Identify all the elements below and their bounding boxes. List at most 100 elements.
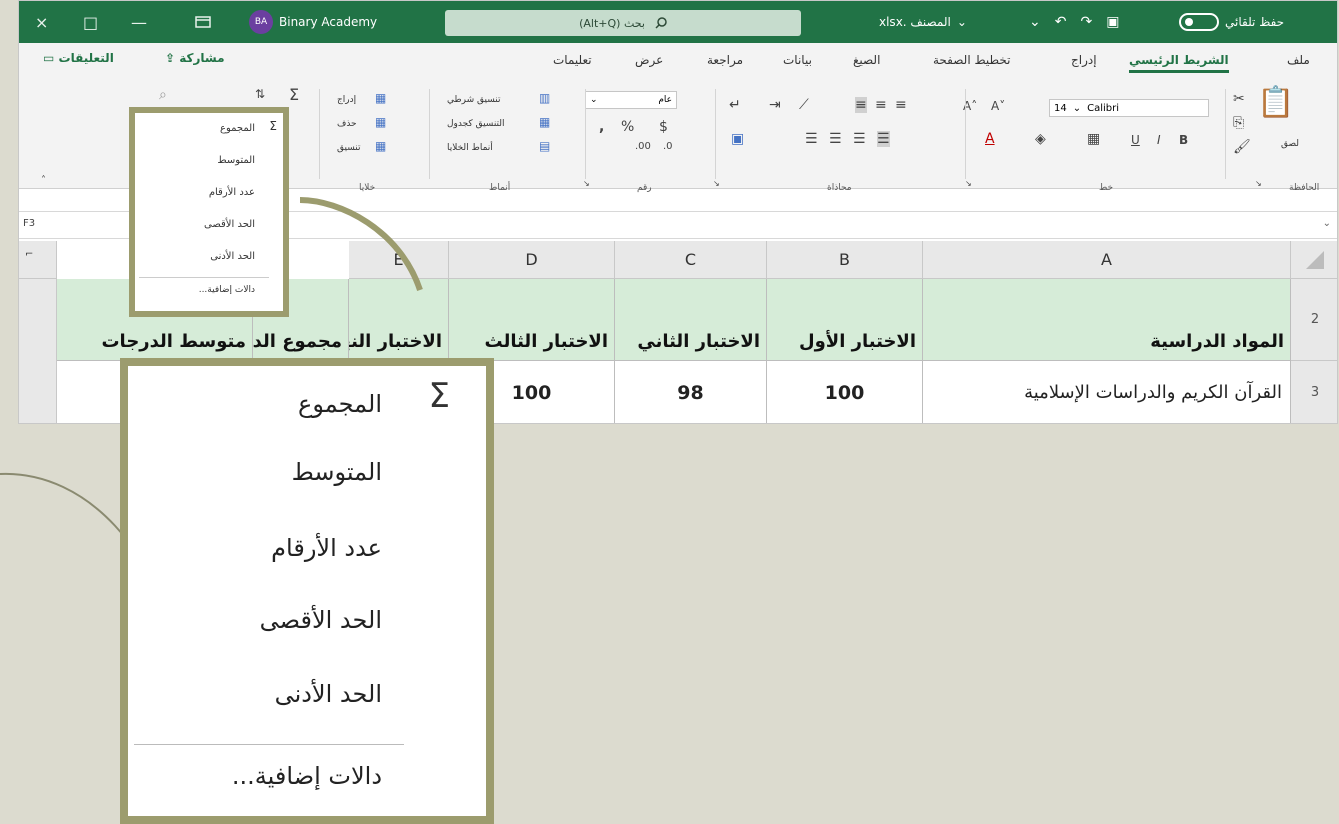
format-cells-label[interactable]: تنسيق: [337, 143, 360, 153]
align-top-icon[interactable]: ≡: [875, 97, 887, 113]
tab-formulas[interactable]: الصيغ: [853, 53, 880, 67]
cut-icon[interactable]: ✂: [1233, 91, 1245, 107]
tab-view[interactable]: عرض: [635, 53, 663, 67]
align-center-icon[interactable]: ☰: [829, 131, 842, 147]
menu-item-average[interactable]: المتوسط: [217, 155, 255, 166]
cell-styles-label[interactable]: أنماط الخلايا: [447, 143, 493, 153]
underline-icon[interactable]: U: [1131, 133, 1140, 147]
select-all-corner[interactable]: [1291, 241, 1337, 279]
cell-b2[interactable]: الاختبار الأول: [767, 279, 923, 361]
align-right-icon[interactable]: ☰: [853, 131, 866, 147]
column-header-d[interactable]: D: [449, 241, 615, 279]
align-justify-icon[interactable]: ☰: [877, 131, 890, 147]
search-box[interactable]: بحث (Alt+Q): [445, 10, 801, 36]
column-header-c[interactable]: C: [615, 241, 767, 279]
font-color-icon[interactable]: A: [985, 131, 995, 147]
menu-item-count-numbers[interactable]: عدد الأرقام: [209, 187, 255, 198]
menu-item-more-functions[interactable]: دالات إضافية...: [199, 285, 255, 295]
tab-page-layout[interactable]: تخطيط الصفحة: [933, 53, 1010, 67]
account-area[interactable]: BA Binary Academy: [249, 1, 377, 43]
tab-data[interactable]: بيانات: [783, 53, 812, 67]
menu-item-min[interactable]: الحد الأدنى: [275, 680, 382, 708]
decrease-decimal-icon[interactable]: .00: [635, 141, 651, 152]
sort-filter-icon[interactable]: ⇅: [255, 87, 265, 101]
close-button[interactable]: ×: [35, 1, 48, 43]
row-header-3[interactable]: 3: [1291, 361, 1337, 423]
format-painter-icon[interactable]: 🖌: [1233, 139, 1251, 155]
insert-cells-label[interactable]: إدراج: [337, 95, 356, 105]
conditional-formatting-label[interactable]: تنسيق شرطي: [447, 95, 501, 105]
italic-icon[interactable]: I: [1157, 133, 1161, 147]
orientation-icon[interactable]: ⟋: [799, 97, 809, 113]
sigma-icon: Σ: [269, 119, 277, 133]
menu-item-count-numbers[interactable]: عدد الأرقام: [271, 534, 382, 562]
undo-icon[interactable]: ↶: [1055, 14, 1067, 30]
menu-item-max[interactable]: الحد الأقصى: [204, 219, 255, 230]
comma-style-icon[interactable]: ,: [599, 119, 604, 135]
menu-item-more-functions[interactable]: دالات إضافية...: [232, 762, 382, 790]
indent-icon[interactable]: ⇥: [769, 97, 781, 113]
restore-button[interactable]: □: [83, 1, 98, 43]
merge-center-icon[interactable]: ▣: [731, 131, 744, 147]
comments-button[interactable]: التعليقات ▭: [43, 51, 114, 65]
search-icon: [655, 17, 667, 29]
align-bottom-icon[interactable]: ≡: [855, 97, 867, 113]
cell-b3[interactable]: 100: [767, 361, 923, 423]
redo-icon[interactable]: ↷: [1080, 14, 1092, 30]
copy-icon[interactable]: ⎘: [1233, 115, 1244, 131]
customize-qat-icon[interactable]: ⌄: [1029, 14, 1041, 30]
row-header-2[interactable]: 2: [1291, 279, 1337, 361]
menu-item-sum[interactable]: المجموع: [220, 123, 255, 134]
minimize-button[interactable]: —: [131, 1, 147, 43]
menu-item-sum[interactable]: المجموع: [298, 390, 382, 418]
collapse-ribbon-icon[interactable]: ˄: [41, 175, 46, 186]
currency-icon[interactable]: $: [659, 119, 668, 135]
cell-c3[interactable]: 98: [615, 361, 767, 423]
chevron-down-icon: ⌄: [1072, 102, 1082, 114]
font-shrink-icon[interactable]: A˅: [991, 99, 1005, 113]
align-left-icon[interactable]: ☰: [805, 131, 818, 147]
column-header-a[interactable]: A: [923, 241, 1291, 279]
menu-item-average[interactable]: المتوسط: [292, 458, 382, 486]
column-header-b[interactable]: B: [767, 241, 923, 279]
tab-review[interactable]: مراجعة: [707, 53, 743, 67]
dialog-launcher-icon[interactable]: ↘: [583, 179, 590, 188]
dialog-launcher-icon[interactable]: ↘: [965, 179, 972, 188]
dialog-launcher-icon[interactable]: ↘: [1255, 179, 1262, 188]
cell-a2[interactable]: المواد الدراسية: [923, 279, 1291, 361]
increase-decimal-icon[interactable]: .0: [663, 141, 673, 152]
bold-icon[interactable]: B: [1179, 133, 1188, 147]
percent-style-icon[interactable]: %: [621, 119, 634, 135]
menu-item-max[interactable]: الحد الأقصى: [260, 606, 382, 634]
number-format-box[interactable]: ⌄ عام: [585, 91, 677, 109]
find-select-icon[interactable]: ⌕: [159, 87, 167, 103]
tab-help[interactable]: تعليمات: [553, 53, 592, 67]
wrap-text-icon[interactable]: ↵: [729, 97, 741, 113]
fill-color-icon[interactable]: ◈: [1035, 131, 1046, 147]
cell-e2[interactable]: الاختبار النهائي: [349, 279, 449, 361]
cell-a3[interactable]: القرآن الكريم والدراسات الإسلامية: [923, 361, 1291, 423]
format-as-table-label[interactable]: التنسيق كجدول: [447, 119, 505, 129]
ribbon-display-button[interactable]: [195, 1, 211, 43]
save-icon[interactable]: ▣: [1106, 14, 1119, 30]
delete-cells-label[interactable]: حذف: [337, 119, 357, 129]
share-button[interactable]: مشاركة ⇪: [165, 51, 225, 65]
align-middle-icon[interactable]: ≡: [895, 97, 907, 113]
cell-d2[interactable]: الاختبار الثالث: [449, 279, 615, 361]
cell-c2[interactable]: الاختبار الثاني: [615, 279, 767, 361]
autosum-icon[interactable]: Σ: [289, 85, 299, 104]
menu-item-min[interactable]: الحد الأدنى: [210, 251, 255, 262]
paste-icon[interactable]: 📋: [1257, 85, 1294, 120]
tab-insert[interactable]: إدراج: [1071, 53, 1097, 67]
font-name-box[interactable]: 14 ⌄ Calibri: [1049, 99, 1209, 117]
column-header-e[interactable]: E: [349, 241, 449, 279]
sigma-icon: Σ: [428, 376, 450, 416]
expand-formula-icon[interactable]: ⌄: [1323, 218, 1331, 229]
dialog-launcher-icon[interactable]: ↘: [713, 179, 720, 188]
name-box[interactable]: F3: [23, 218, 35, 229]
autosave-toggle[interactable]: حفظ تلقائي: [1179, 1, 1284, 43]
file-name[interactable]: المصنف .xlsx ⌄: [879, 1, 967, 43]
borders-icon[interactable]: ▦: [1087, 131, 1100, 147]
tab-home[interactable]: الشريط الرئيسي: [1129, 53, 1229, 73]
tab-file[interactable]: ملف: [1287, 53, 1310, 67]
